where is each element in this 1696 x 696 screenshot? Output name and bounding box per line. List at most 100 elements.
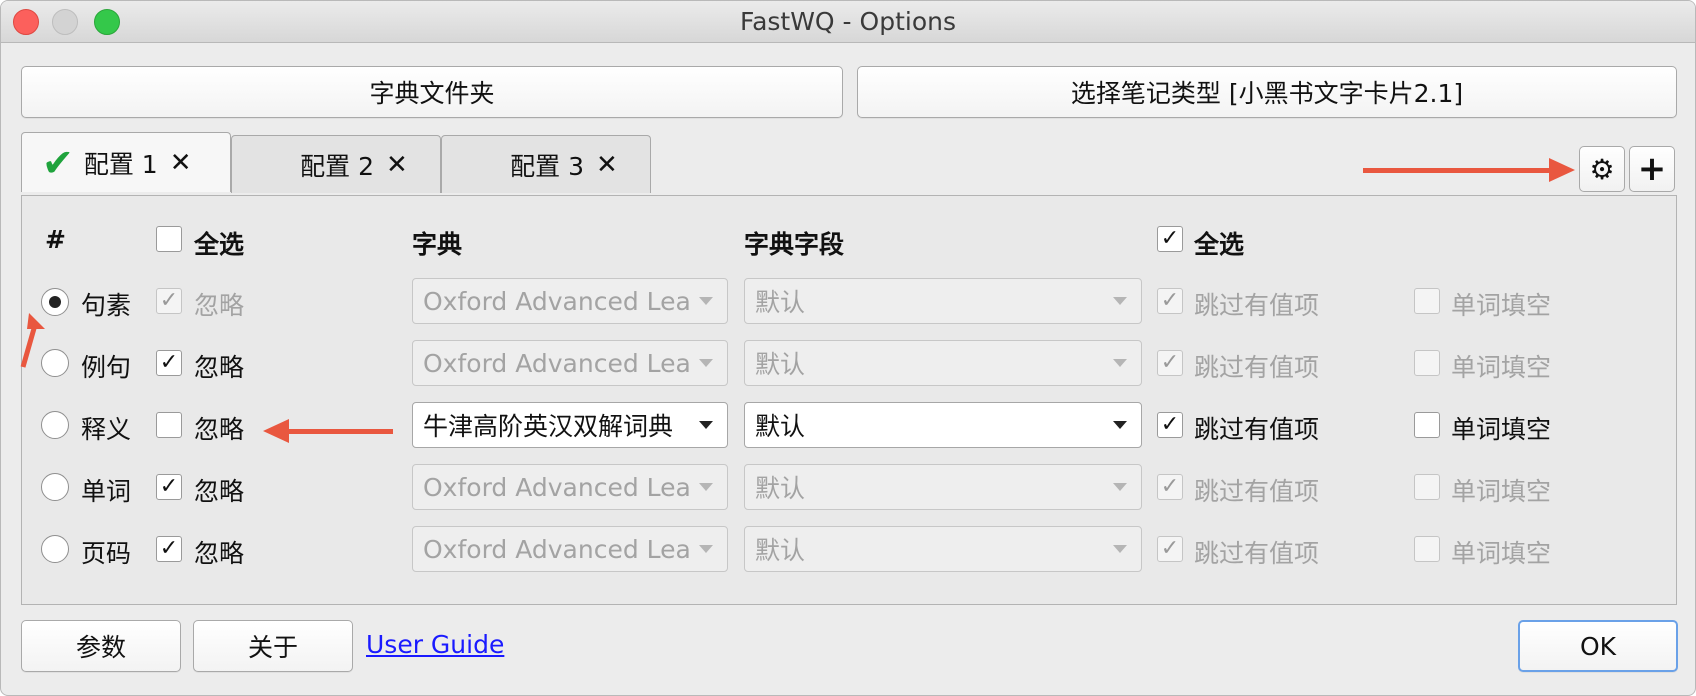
dictionary-select-row-4[interactable]: Oxford Advanced Learr [412,464,728,510]
dict-folder-button[interactable]: 字典文件夹 [21,66,843,118]
options-window: FastWQ - Options 字典文件夹 选择笔记类型 [小黑书文字卡片2.… [0,0,1696,696]
close-tab-icon[interactable]: ✕ [170,148,192,178]
tab-config-3[interactable]: 配置 3 ✕ [441,135,651,193]
dict-field-select-row-3[interactable]: 默认 [744,402,1142,448]
annotation-arrow-ignore [287,429,393,434]
params-label: 参数 [75,633,126,662]
cloze-label: 单词填空 [1451,477,1552,506]
annotation-arrowhead-ignore [263,419,289,443]
skip-checkbox-row-4[interactable]: ✓ [1157,474,1183,500]
ignore-checkbox-row-4[interactable]: ✓ [156,474,182,500]
params-button[interactable]: 参数 [21,620,181,672]
dict-folder-label: 字典文件夹 [369,79,495,108]
dict-field-select-row-1[interactable]: 默认 [744,278,1142,324]
field-radio-row-3[interactable] [41,411,69,439]
field-name: 句素 [81,291,132,320]
skip-label: 跳过有值项 [1194,353,1320,382]
cloze-label: 单词填空 [1451,291,1552,320]
title-bar[interactable]: FastWQ - Options [1,1,1695,43]
dictionary-select-row-1[interactable]: Oxford Advanced Learr [412,278,728,324]
dict-field-select-row-5[interactable]: 默认 [744,526,1142,572]
field-radio-row-2[interactable] [41,349,69,377]
add-config-button[interactable]: + [1629,146,1675,192]
cloze-checkbox-row-2[interactable] [1414,350,1440,376]
select-all-skip-checkbox[interactable]: ✓ [1157,226,1183,252]
close-tab-icon[interactable]: ✕ [386,150,408,180]
field-radio-row-1[interactable] [41,288,69,316]
dict-field-select-row-2[interactable]: 默认 [744,340,1142,386]
cloze-checkbox-row-3[interactable] [1414,412,1440,438]
ignore-label: 忽略 [194,477,245,506]
select-note-type-button[interactable]: 选择笔记类型 [小黑书文字卡片2.1] [857,66,1677,118]
cloze-label: 单词填空 [1451,415,1552,444]
header-dictionary: 字典 [412,230,463,259]
cloze-checkbox-row-5[interactable] [1414,536,1440,562]
chevron-down-icon [1113,359,1127,367]
skip-label: 跳过有值项 [1194,477,1320,506]
dictionary-value: Oxford Advanced Learr [423,534,691,564]
tab-config-1[interactable]: ✔ 配置 1 ✕ [21,132,231,192]
dict-field-value: 默认 [755,350,806,379]
tab-label: 配置 2 [300,151,375,181]
ignore-checkbox-row-3[interactable] [156,412,182,438]
annotation-arrowhead-gear [1549,158,1575,182]
tab-label: 配置 1 [83,149,158,179]
select-note-type-label: 选择笔记类型 [小黑书文字卡片2.1] [1070,79,1464,108]
cloze-checkbox-row-1[interactable] [1414,288,1440,314]
dictionary-select-row-5[interactable]: Oxford Advanced Learr [412,526,728,572]
chevron-down-icon [1113,483,1127,491]
settings-button[interactable]: ⚙ [1579,146,1625,192]
dictionary-value: Oxford Advanced Learr [423,348,691,378]
tab-config-2[interactable]: 配置 2 ✕ [231,135,441,193]
annotation-arrow-gear [1363,168,1553,173]
field-name: 单词 [81,477,132,506]
skip-checkbox-row-3[interactable]: ✓ [1157,412,1183,438]
cloze-checkbox-row-4[interactable] [1414,474,1440,500]
dictionary-value: 牛津高阶英汉双解词典 [423,412,674,441]
chevron-down-icon [1113,421,1127,429]
dictionary-select-row-3[interactable]: 牛津高阶英汉双解词典 [412,402,728,448]
ok-label: OK [1579,631,1617,661]
field-radio-row-5[interactable] [41,535,69,563]
ignore-checkbox-row-1[interactable]: ✓ [156,288,182,314]
field-radio-row-4[interactable] [41,473,69,501]
skip-label: 跳过有值项 [1194,415,1320,444]
dict-field-value: 默认 [755,412,806,441]
chevron-down-icon [699,483,713,491]
skip-label: 跳过有值项 [1194,539,1320,568]
dict-field-value: 默认 [755,474,806,503]
select-all-ignore-checkbox[interactable] [156,226,182,252]
skip-checkbox-row-1[interactable]: ✓ [1157,288,1183,314]
header-hash: # [45,225,66,254]
chevron-down-icon [1113,297,1127,305]
about-button[interactable]: 关于 [193,620,353,672]
plus-icon: + [1637,149,1667,189]
dictionary-select-row-2[interactable]: Oxford Advanced Learr [412,340,728,386]
ignore-label: 忽略 [194,353,245,382]
close-tab-icon[interactable]: ✕ [596,150,618,180]
ignore-checkbox-row-5[interactable]: ✓ [156,536,182,562]
about-label: 关于 [247,633,298,662]
ignore-label: 忽略 [194,539,245,568]
skip-checkbox-row-5[interactable]: ✓ [1157,536,1183,562]
header-select-all-left: 全选 [194,230,245,259]
chevron-down-icon [699,297,713,305]
header-dict-field: 字典字段 [744,230,845,259]
cloze-label: 单词填空 [1451,353,1552,382]
ignore-checkbox-row-2[interactable]: ✓ [156,350,182,376]
field-name: 页码 [81,539,132,568]
window-title: FastWQ - Options [739,7,956,36]
header-select-all-right: 全选 [1194,230,1245,259]
ignore-label: 忽略 [194,291,245,320]
dictionary-value: Oxford Advanced Learr [423,286,691,316]
skip-checkbox-row-2[interactable]: ✓ [1157,350,1183,376]
chevron-down-icon [699,545,713,553]
chevron-down-icon [699,421,713,429]
tab-label: 配置 3 [510,151,585,181]
dict-field-select-row-4[interactable]: 默认 [744,464,1142,510]
dictionary-value: Oxford Advanced Learr [423,472,691,502]
ok-button[interactable]: OK [1518,620,1678,672]
check-icon: ✔ [42,140,74,185]
user-guide-link[interactable]: User Guide [366,630,504,659]
chevron-down-icon [1113,545,1127,553]
